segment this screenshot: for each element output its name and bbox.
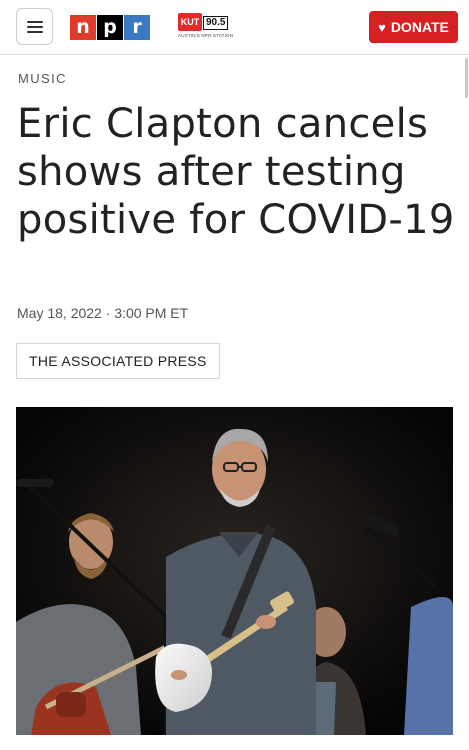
donate-button[interactable]: ♥ DONATE (369, 11, 458, 43)
station-logo[interactable]: KUT 90.5 AUSTIN'S NPR STATION (178, 13, 234, 41)
npr-logo-p: p (97, 15, 123, 40)
section-label[interactable]: MUSIC (18, 71, 67, 86)
author-byline[interactable]: THE ASSOCIATED PRESS (16, 343, 220, 379)
article-date: May 18, 2022 · 3:00 PM ET (17, 305, 189, 321)
heart-icon: ♥ (378, 19, 386, 35)
hamburger-menu-icon (26, 20, 43, 33)
article-headline: Eric Clapton cancels shows after testing… (17, 101, 455, 243)
npr-logo[interactable]: n p r (70, 15, 150, 40)
concert-photo-illustration (16, 407, 453, 735)
donate-label: DONATE (390, 19, 449, 35)
top-navigation-bar: n p r KUT 90.5 AUSTIN'S NPR STATION ♥ DO… (0, 0, 469, 55)
menu-button[interactable] (16, 8, 53, 45)
npr-logo-r: r (124, 15, 150, 40)
station-tagline: AUSTIN'S NPR STATION (178, 33, 234, 38)
npr-logo-n: n (70, 15, 96, 40)
station-logo-mark: KUT (178, 13, 202, 31)
station-frequency: 90.5 (203, 16, 229, 30)
scrollbar[interactable] (463, 0, 469, 750)
scrollbar-thumb[interactable] (465, 58, 468, 98)
article-hero-image[interactable] (16, 407, 453, 735)
